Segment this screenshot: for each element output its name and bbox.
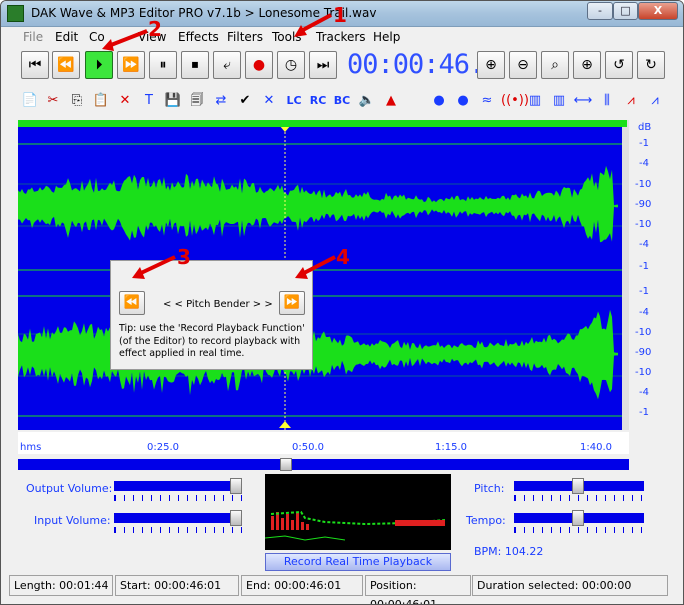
tip-text: Tip: use the 'Record Playback Function' …	[119, 323, 305, 359]
cut-icon[interactable]: ✂	[43, 91, 63, 111]
input-volume-knob[interactable]	[230, 510, 242, 526]
horizontal-scrollbar[interactable]	[18, 458, 629, 471]
remove-icon[interactable]: ✕	[259, 91, 279, 111]
annotation-number-1: 1	[333, 3, 347, 27]
save-icon[interactable]: 💾	[163, 91, 183, 111]
db-scale: dB -1 -4 -10 -90 -10 -4 -1 -1 -4 -10 -90…	[629, 120, 669, 450]
time-ruler: hms 0:25.0 0:50.0 1:15.0 1:40.0	[18, 432, 629, 454]
tempo-slider[interactable]	[514, 510, 644, 526]
pitch-label: Pitch:	[474, 482, 505, 495]
status-end: End: 00:00:46:01	[241, 575, 363, 596]
new-icon[interactable]: 📄	[20, 91, 40, 111]
next-effect-button[interactable]: ⏩	[279, 291, 305, 315]
close-button[interactable]: X	[638, 2, 678, 20]
spectrum-analyzer	[264, 474, 451, 550]
menu-filters[interactable]: Filters	[227, 30, 263, 44]
record-realtime-playback-button[interactable]: Record Real Time Playback	[265, 553, 451, 571]
check-icon[interactable]: ✔	[235, 91, 255, 111]
playhead-marker-bottom	[279, 421, 291, 428]
menu-tools[interactable]: Tools	[272, 30, 302, 44]
fade-in-icon[interactable]: ▥	[525, 91, 545, 111]
output-volume-label: Output Volume:	[26, 482, 113, 495]
menu-bar: File Edit Co View Effects Filters Tools …	[1, 27, 683, 48]
skip-start-button[interactable]: ⏮	[21, 51, 49, 79]
trim-icon[interactable]: T	[139, 91, 159, 111]
previous-effect-button[interactable]: ⏪	[119, 291, 145, 315]
bc-icon[interactable]: BC	[332, 91, 352, 111]
skip-end-button[interactable]: ⏭	[309, 51, 337, 79]
pitch-knob[interactable]	[572, 478, 584, 494]
zoom-selection-button[interactable]: ⊕	[573, 51, 601, 79]
bpm-display: BPM: 104.22	[474, 545, 544, 558]
menu-edit[interactable]: Edit	[55, 30, 78, 44]
tempo-knob[interactable]	[572, 510, 584, 526]
menu-trackers[interactable]: Trackers	[316, 30, 366, 44]
fade-out-icon[interactable]: ▥	[549, 91, 569, 111]
redo-button[interactable]: ↻	[637, 51, 665, 79]
tempo-label: Tempo:	[466, 514, 506, 527]
paste-icon[interactable]: 📋	[91, 91, 111, 111]
menu-effects[interactable]: Effects	[178, 30, 219, 44]
loop-button[interactable]: ⤶	[213, 51, 241, 79]
status-start: Start: 00:00:46:01	[115, 575, 239, 596]
rc-icon[interactable]: RC	[308, 91, 328, 111]
play-button[interactable]: ⏵	[85, 51, 113, 79]
lc-icon[interactable]: LC	[284, 91, 304, 111]
scrollbar-thumb[interactable]	[280, 458, 292, 471]
input-volume-label: Input Volume:	[34, 514, 111, 527]
save-as-icon[interactable]: 🗐	[187, 91, 207, 111]
annotation-number-4: 4	[336, 245, 350, 269]
menu-control[interactable]: Co	[89, 30, 105, 44]
annotation-number-3: 3	[177, 245, 191, 269]
rewind-button[interactable]: ⏪	[52, 51, 80, 79]
app-window: DAK Wave & MP3 Editor PRO v7.1b > Loneso…	[0, 0, 684, 605]
record-button[interactable]: ●	[245, 51, 273, 79]
window-title: DAK Wave & MP3 Editor PRO v7.1b > Loneso…	[31, 6, 377, 20]
fast-forward-button[interactable]: ⏩	[117, 51, 145, 79]
menu-file[interactable]: File	[23, 30, 43, 44]
annotation-number-2: 2	[148, 17, 162, 41]
pitch-slider[interactable]	[514, 478, 644, 494]
selection-bar[interactable]	[18, 120, 627, 127]
output-volume-slider[interactable]	[114, 478, 242, 494]
undo-button[interactable]: ↺	[605, 51, 633, 79]
delete-icon[interactable]: ✕	[115, 91, 135, 111]
silence-icon[interactable]: ⫼	[597, 91, 617, 111]
normalize-icon[interactable]: ⩘	[621, 91, 641, 111]
zoom-button[interactable]: ⌕	[541, 51, 569, 79]
app-icon	[7, 5, 24, 22]
minimize-button[interactable]: -	[587, 2, 613, 20]
stop-button[interactable]: ⏹	[181, 51, 209, 79]
speaker-icon[interactable]: 🔈	[357, 91, 377, 111]
amplify-icon[interactable]: ⩘	[645, 91, 665, 111]
time-display: 00:00:46.0	[347, 49, 501, 80]
swap-icon[interactable]: ⇄	[211, 91, 231, 111]
zoom-in-button[interactable]: ⊕	[477, 51, 505, 79]
stretch-icon[interactable]: ⟷	[573, 91, 593, 111]
channel-right-icon[interactable]: ●	[453, 91, 473, 111]
menu-help[interactable]: Help	[373, 30, 400, 44]
waveform-bottom-channel	[18, 309, 618, 400]
zoom-out-button[interactable]: ⊖	[509, 51, 537, 79]
pause-button[interactable]: ⏸	[149, 51, 177, 79]
status-position: Position: 00:00:46:01	[365, 575, 471, 604]
pitch-bender-tip-panel: ⏪ < < Pitch Bender > > ⏩ Tip: use the 'R…	[110, 260, 313, 370]
copy-icon[interactable]: ⎘	[67, 91, 87, 111]
status-length: Length: 00:01:44	[9, 575, 113, 596]
tip-title: < < Pitch Bender > >	[163, 299, 273, 310]
wave-icon[interactable]: ≈	[477, 91, 497, 111]
record-setup-icon[interactable]: ▲	[381, 91, 401, 111]
echo-icon[interactable]: ((•))	[501, 91, 529, 111]
channel-left-icon[interactable]: ●	[429, 91, 449, 111]
timer-button[interactable]: ◷	[277, 51, 305, 79]
maximize-button[interactable]: □	[613, 2, 638, 20]
input-volume-slider[interactable]	[114, 510, 242, 526]
output-volume-knob[interactable]	[230, 478, 242, 494]
status-duration: Duration selected: 00:00:00	[472, 575, 668, 596]
waveform-top-channel	[18, 165, 618, 243]
